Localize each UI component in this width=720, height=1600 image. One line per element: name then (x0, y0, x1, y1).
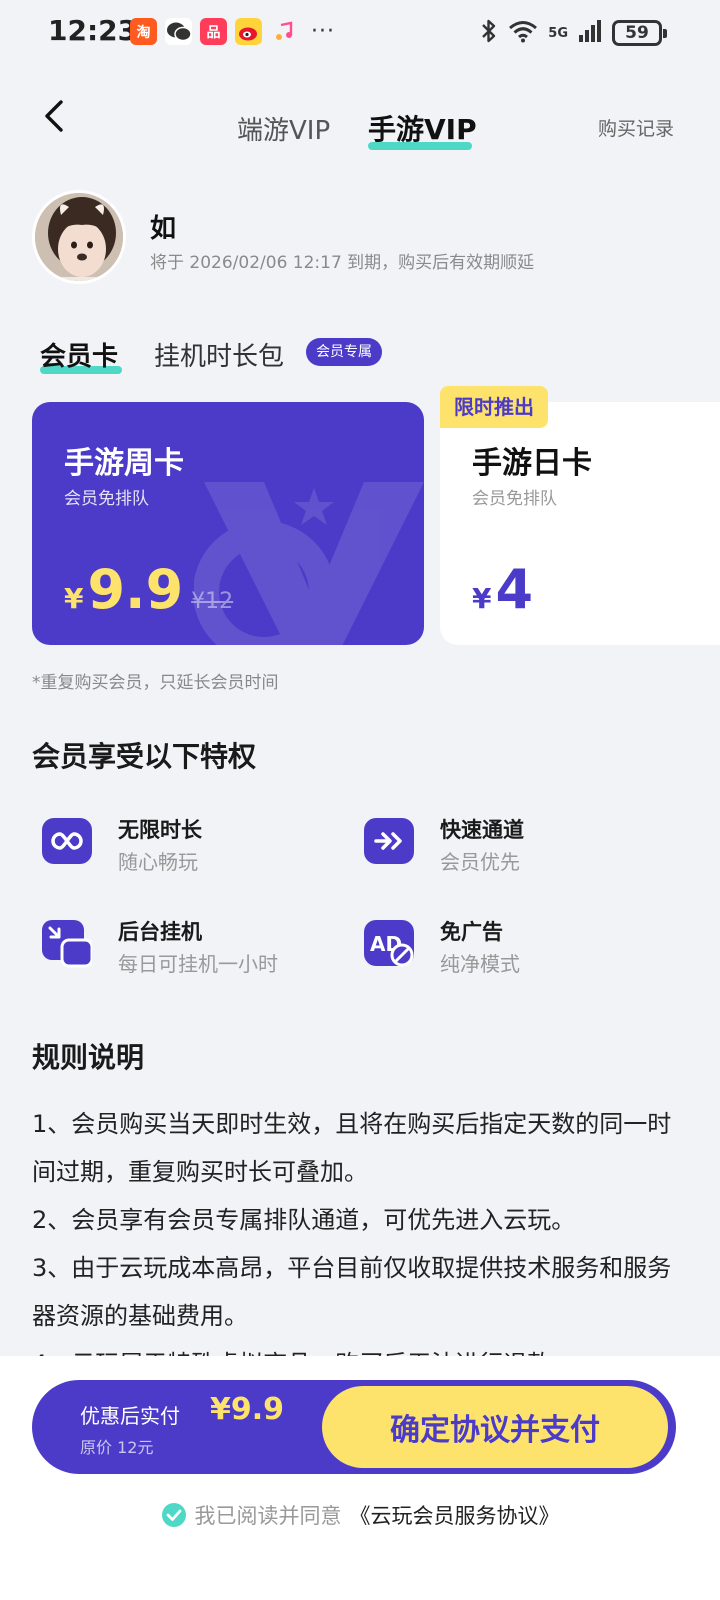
rule-item: 2、会员享有会员专属排队通道，可优先进入云玩。 (32, 1206, 576, 1234)
rules-heading: 规则说明 (32, 1041, 145, 1074)
more-notifications: ··· (311, 19, 335, 44)
chevron-left-icon (45, 100, 63, 132)
card-price: ¥ 4 (472, 558, 533, 621)
privilege-desc: 每日可挂机一小时 (118, 952, 278, 976)
weekly-card-option[interactable]: 手游周卡 会员免排队 ¥ 9.9 ¥12 (32, 402, 424, 645)
top-nav: 端游VIP 手游VIP 购买记录 (0, 80, 720, 160)
user-info: 如 将于 2026/02/06 12:17 到期，购买后有效期顺延 (32, 190, 692, 290)
privileges-heading: 会员享受以下特权 (32, 740, 257, 773)
battery-icon: 59 (612, 20, 667, 46)
tab-mobile-vip[interactable]: 手游VIP (368, 108, 477, 148)
agreement-text: 我已阅读并同意 (194, 1504, 342, 1528)
purchase-history-link[interactable]: 购买记录 (598, 114, 674, 141)
vip-expiry-text: 将于 2026/02/06 12:17 到期，购买后有效期顺延 (150, 253, 535, 273)
payment-bar: 优惠后实付 ¥9.9 原价 12元 确定协议并支付 (32, 1380, 676, 1474)
privilege-item: 后台挂机 每日可挂机一小时 (32, 914, 332, 984)
original-price-note: 原价 12元 (80, 1438, 154, 1457)
card-subtitle: 会员免排队 (472, 489, 557, 509)
tab-member-card[interactable]: 会员卡 (40, 336, 118, 373)
privilege-desc: 会员优先 (440, 850, 520, 874)
infinity-icon (42, 818, 92, 864)
bluetooth-icon (480, 18, 498, 48)
member-exclusive-badge: 会员专属 (306, 338, 382, 366)
original-price: ¥12 (191, 589, 234, 614)
final-price: ¥9.9 (210, 1392, 285, 1427)
wifi-icon (508, 19, 538, 47)
rule-item: 4、云玩属于特殊虚拟商品，购买后无法进行退款。 (32, 1340, 692, 1356)
privilege-item: AD 免广告 纯净模式 (354, 914, 654, 984)
card-title: 手游周卡 (64, 446, 184, 481)
tab-idle-time-pack[interactable]: 挂机时长包 (154, 336, 284, 373)
repeat-purchase-note: *重复购买会员，只延长会员时间 (32, 673, 279, 693)
pinduoduo-app-icon: 品 (200, 18, 227, 45)
service-agreement-link[interactable]: 《云玩会员服务协议》 (350, 1500, 560, 1530)
agreement-row: 我已阅读并同意 《云玩会员服务协议》 (0, 1500, 720, 1530)
taobao-app-icon: 淘 (130, 18, 157, 45)
fast-forward-icon (364, 818, 414, 864)
final-price-label: 优惠后实付 (80, 1404, 180, 1428)
privilege-name: 后台挂机 (118, 920, 202, 944)
tab-pc-vip[interactable]: 端游VIP (237, 110, 330, 147)
avatar[interactable] (32, 190, 126, 284)
privilege-desc: 纯净模式 (440, 952, 520, 976)
privilege-desc: 随心畅玩 (118, 850, 198, 874)
price-amount: 9.9 (87, 558, 184, 621)
no-ads-icon: AD (364, 920, 414, 967)
username: 如 (150, 214, 177, 244)
card-subtitle: 会员免排队 (64, 489, 149, 509)
music-app-icon (270, 18, 297, 45)
confirm-pay-button[interactable]: 确定协议并支付 (322, 1386, 668, 1468)
privilege-name: 无限时长 (118, 818, 202, 842)
currency-symbol: ¥ (472, 582, 492, 615)
notification-icons: 淘 品 ··· (130, 18, 335, 45)
rule-item: 3、由于云玩成本高昂，平台目前仅收取提供技术服务和服务器资源的基础费用。 (32, 1254, 672, 1330)
daily-card-option[interactable]: 手游日卡 会员免排队 ¥ 4 (440, 402, 720, 645)
privilege-item: 无限时长 随心畅玩 (32, 812, 332, 882)
minimize-window-icon (42, 920, 92, 968)
status-time: 12:23 (48, 14, 138, 47)
status-system-icons: 5G 59 (480, 18, 667, 48)
checkbox-checked-icon[interactable] (161, 1502, 187, 1528)
card-title: 手游日卡 (472, 446, 592, 481)
weibo-icon (235, 18, 262, 45)
privilege-name: 快速通道 (440, 818, 524, 842)
privilege-name: 免广告 (440, 920, 503, 944)
card-price: ¥ 9.9 ¥12 (64, 558, 233, 621)
currency-symbol: ¥ (64, 582, 84, 615)
wechat-icon (165, 18, 192, 45)
rule-item: 1、会员购买当天即时生效，且将在购买后指定天数的同一时间过期，重复购买时长可叠加… (32, 1110, 672, 1186)
signal-icon (578, 19, 602, 47)
bottom-payment-panel: 优惠后实付 ¥9.9 原价 12元 确定协议并支付 我已阅读并同意 《云玩会员服… (0, 1356, 720, 1600)
network-type: 5G (548, 25, 568, 41)
back-button[interactable] (36, 94, 72, 138)
price-amount: 4 (495, 558, 534, 621)
status-bar: 12:23 淘 品 ··· 5G 59 (0, 0, 720, 68)
product-type-tabs: 会员卡 挂机时长包 会员专属 (40, 336, 700, 376)
limited-release-tag: 限时推出 (440, 386, 548, 428)
rules-content: 1、会员购买当天即时生效，且将在购买后指定天数的同一时间过期，重复购买时长可叠加… (32, 1100, 692, 1356)
privilege-item: 快速通道 会员优先 (354, 812, 654, 882)
